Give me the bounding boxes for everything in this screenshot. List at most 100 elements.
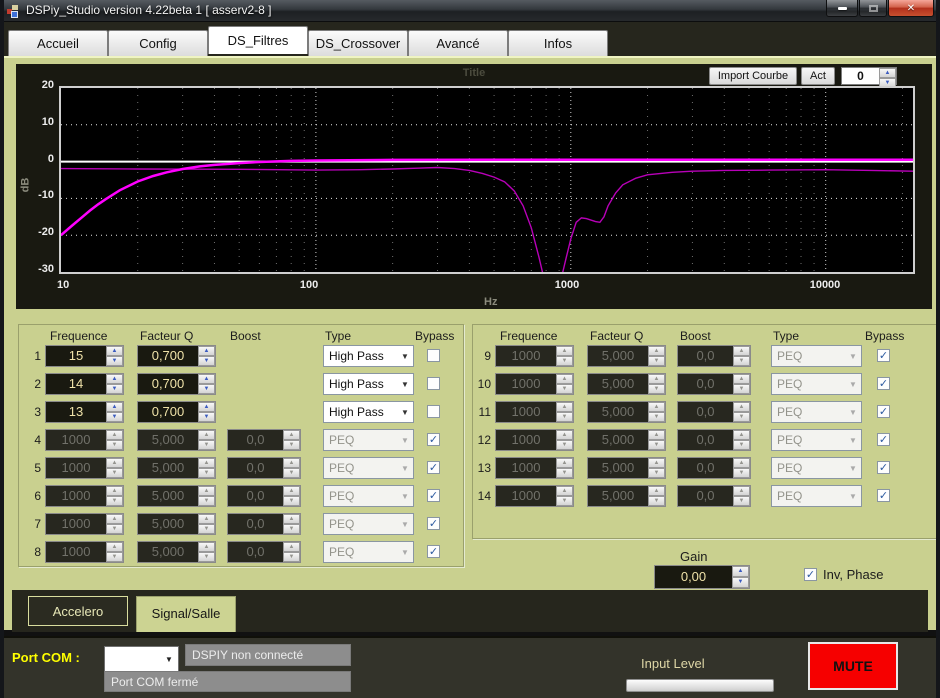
filter-3-frequence[interactable]: 13▲▼ <box>45 401 124 423</box>
filter-8-frequence-down-icon: ▼ <box>106 552 123 562</box>
filter-9-bypass-checkbox[interactable]: ✓ <box>877 349 890 362</box>
import-courbe-button[interactable]: Import Courbe <box>709 67 797 85</box>
filter-12-frequence: 1000▲▼ <box>495 429 574 451</box>
filter-8-facteur-q-value: 5,000 <box>138 542 198 562</box>
y-tick--30: -30 <box>20 263 54 275</box>
filter-3-bypass-checkbox[interactable] <box>427 405 440 418</box>
gain-field[interactable]: 0,00 ▲ ▼ <box>654 565 750 589</box>
act-spin-up-icon[interactable]: ▲ <box>879 68 896 78</box>
filter-3-facteur-q-value: 0,700 <box>138 402 198 422</box>
filter-12-frequence-up-icon: ▲ <box>556 430 573 440</box>
filter-2-frequence-down-icon[interactable]: ▼ <box>106 384 123 394</box>
filter-1-facteur-q-up-icon[interactable]: ▲ <box>198 346 215 356</box>
chevron-down-icon: ▼ <box>397 352 413 361</box>
filter-1-bypass-checkbox[interactable] <box>427 349 440 362</box>
gain-spin-up-icon[interactable]: ▲ <box>732 566 749 577</box>
filter-2-facteur-q-up-icon[interactable]: ▲ <box>198 374 215 384</box>
subtab-accelero[interactable]: Accelero <box>28 596 128 626</box>
filter-12-frequence-down-icon: ▼ <box>556 440 573 450</box>
filter-13-facteur-q-down-icon: ▼ <box>648 468 665 478</box>
filter-12-bypass-checkbox[interactable]: ✓ <box>877 433 890 446</box>
filter-12-facteur-q-down-icon: ▼ <box>648 440 665 450</box>
maximize-icon <box>869 5 878 12</box>
filter-14-boost: 0,0▲▼ <box>677 485 751 507</box>
filter-7-type-value: PEQ <box>324 517 397 531</box>
tab-config[interactable]: Config <box>108 30 208 56</box>
minimize-button[interactable] <box>826 0 858 17</box>
filter-4-bypass-checkbox[interactable]: ✓ <box>427 433 440 446</box>
filter-2-frequence[interactable]: 14▲▼ <box>45 373 124 395</box>
filter-1-frequence-down-icon[interactable]: ▼ <box>106 356 123 366</box>
filter-8-type-value: PEQ <box>324 545 397 559</box>
filter-2-bypass-checkbox[interactable] <box>427 377 440 390</box>
filter-2-frequence-up-icon[interactable]: ▲ <box>106 374 123 384</box>
port-com-select[interactable]: ▼ <box>104 646 179 673</box>
filter-11-bypass-checkbox[interactable]: ✓ <box>877 405 890 418</box>
tab-accueil[interactable]: Accueil <box>8 30 108 56</box>
act-counter[interactable]: 0 ▲ ▼ <box>841 67 897 85</box>
filter-3-frequence-up-icon[interactable]: ▲ <box>106 402 123 412</box>
filter-5-frequence-value: 1000 <box>46 458 106 478</box>
subtab-signal-salle[interactable]: Signal/Salle <box>136 596 236 632</box>
filter-8-bypass-checkbox[interactable]: ✓ <box>427 545 440 558</box>
act-button[interactable]: Act <box>801 67 835 85</box>
column-header-facteur_q: Facteur Q <box>590 329 643 343</box>
tab-avanc-[interactable]: Avancé <box>408 30 508 56</box>
filter-1-frequence[interactable]: 15▲▼ <box>45 345 124 367</box>
filter-1-facteur-q-down-icon[interactable]: ▼ <box>198 356 215 366</box>
inv-phase-checkbox[interactable]: ✓ <box>804 568 817 581</box>
filter-7-boost-value: 0,0 <box>228 514 283 534</box>
app-icon <box>7 4 21 18</box>
mute-button[interactable]: MUTE <box>808 642 898 690</box>
filter-5-type-value: PEQ <box>324 461 397 475</box>
inv-phase-control[interactable]: ✓ Inv, Phase <box>804 567 883 582</box>
filter-12-boost-down-icon: ▼ <box>733 440 750 450</box>
filter-1-frequence-up-icon[interactable]: ▲ <box>106 346 123 356</box>
gain-spin-down-icon[interactable]: ▼ <box>732 577 749 588</box>
title-bar[interactable]: DSPiy_Studio version 4.22beta 1 [ asserv… <box>0 0 940 22</box>
filter-6-facteur-q-down-icon: ▼ <box>198 496 215 506</box>
filter-7-bypass-checkbox[interactable]: ✓ <box>427 517 440 530</box>
tab-infos[interactable]: Infos <box>508 30 608 56</box>
filter-3-facteur-q-up-icon[interactable]: ▲ <box>198 402 215 412</box>
filter-11-facteur-q-down-icon: ▼ <box>648 412 665 422</box>
maximize-button[interactable] <box>859 0 887 17</box>
filter-6-bypass-checkbox[interactable]: ✓ <box>427 489 440 502</box>
filter-1-facteur-q[interactable]: 0,700▲▼ <box>137 345 216 367</box>
filter-5-frequence-up-icon: ▲ <box>106 458 123 468</box>
filter-5-bypass-checkbox[interactable]: ✓ <box>427 461 440 474</box>
filter-7-facteur-q-up-icon: ▲ <box>198 514 215 524</box>
filter-12-facteur-q: 5,000▲▼ <box>587 429 666 451</box>
y-tick-20: 20 <box>20 79 54 91</box>
filter-10-facteur-q-down-icon: ▼ <box>648 384 665 394</box>
filter-2-type-select[interactable]: High Pass▼ <box>323 373 414 395</box>
filter-10-bypass-checkbox[interactable]: ✓ <box>877 377 890 390</box>
chevron-down-icon: ▼ <box>845 380 861 389</box>
filter-13-bypass-checkbox[interactable]: ✓ <box>877 461 890 474</box>
filter-12-facteur-q-value: 5,000 <box>588 430 648 450</box>
filter-3-type-select[interactable]: High Pass▼ <box>323 401 414 423</box>
filter-3-frequence-down-icon[interactable]: ▼ <box>106 412 123 422</box>
filter-2-facteur-q-value: 0,700 <box>138 374 198 394</box>
filter-8-boost-up-icon: ▲ <box>283 542 300 552</box>
filter-3-facteur-q[interactable]: 0,700▲▼ <box>137 401 216 423</box>
filter-2-facteur-q[interactable]: 0,700▲▼ <box>137 373 216 395</box>
filter-4-boost: 0,0▲▼ <box>227 429 301 451</box>
filter-3-facteur-q-down-icon[interactable]: ▼ <box>198 412 215 422</box>
filter-6-boost-up-icon: ▲ <box>283 486 300 496</box>
filter-2-facteur-q-down-icon[interactable]: ▼ <box>198 384 215 394</box>
filter-8-type-select: PEQ▼ <box>323 541 414 563</box>
filter-13-frequence-value: 1000 <box>496 458 556 478</box>
column-header-bypass: Bypass <box>865 329 904 343</box>
filter-1-type-value: High Pass <box>324 349 397 363</box>
filter-14-bypass-checkbox[interactable]: ✓ <box>877 489 890 502</box>
filter-7-type-select: PEQ▼ <box>323 513 414 535</box>
tab-ds-crossover[interactable]: DS_Crossover <box>308 30 408 56</box>
column-header-type: Type <box>773 329 799 343</box>
filter-1-type-select[interactable]: High Pass▼ <box>323 345 414 367</box>
close-button[interactable]: ✕ <box>888 0 934 17</box>
tab-ds-filtres[interactable]: DS_Filtres <box>208 26 308 54</box>
filter-4-frequence: 1000▲▼ <box>45 429 124 451</box>
filter-14-boost-value: 0,0 <box>678 486 733 506</box>
filter-8-facteur-q: 5,000▲▼ <box>137 541 216 563</box>
